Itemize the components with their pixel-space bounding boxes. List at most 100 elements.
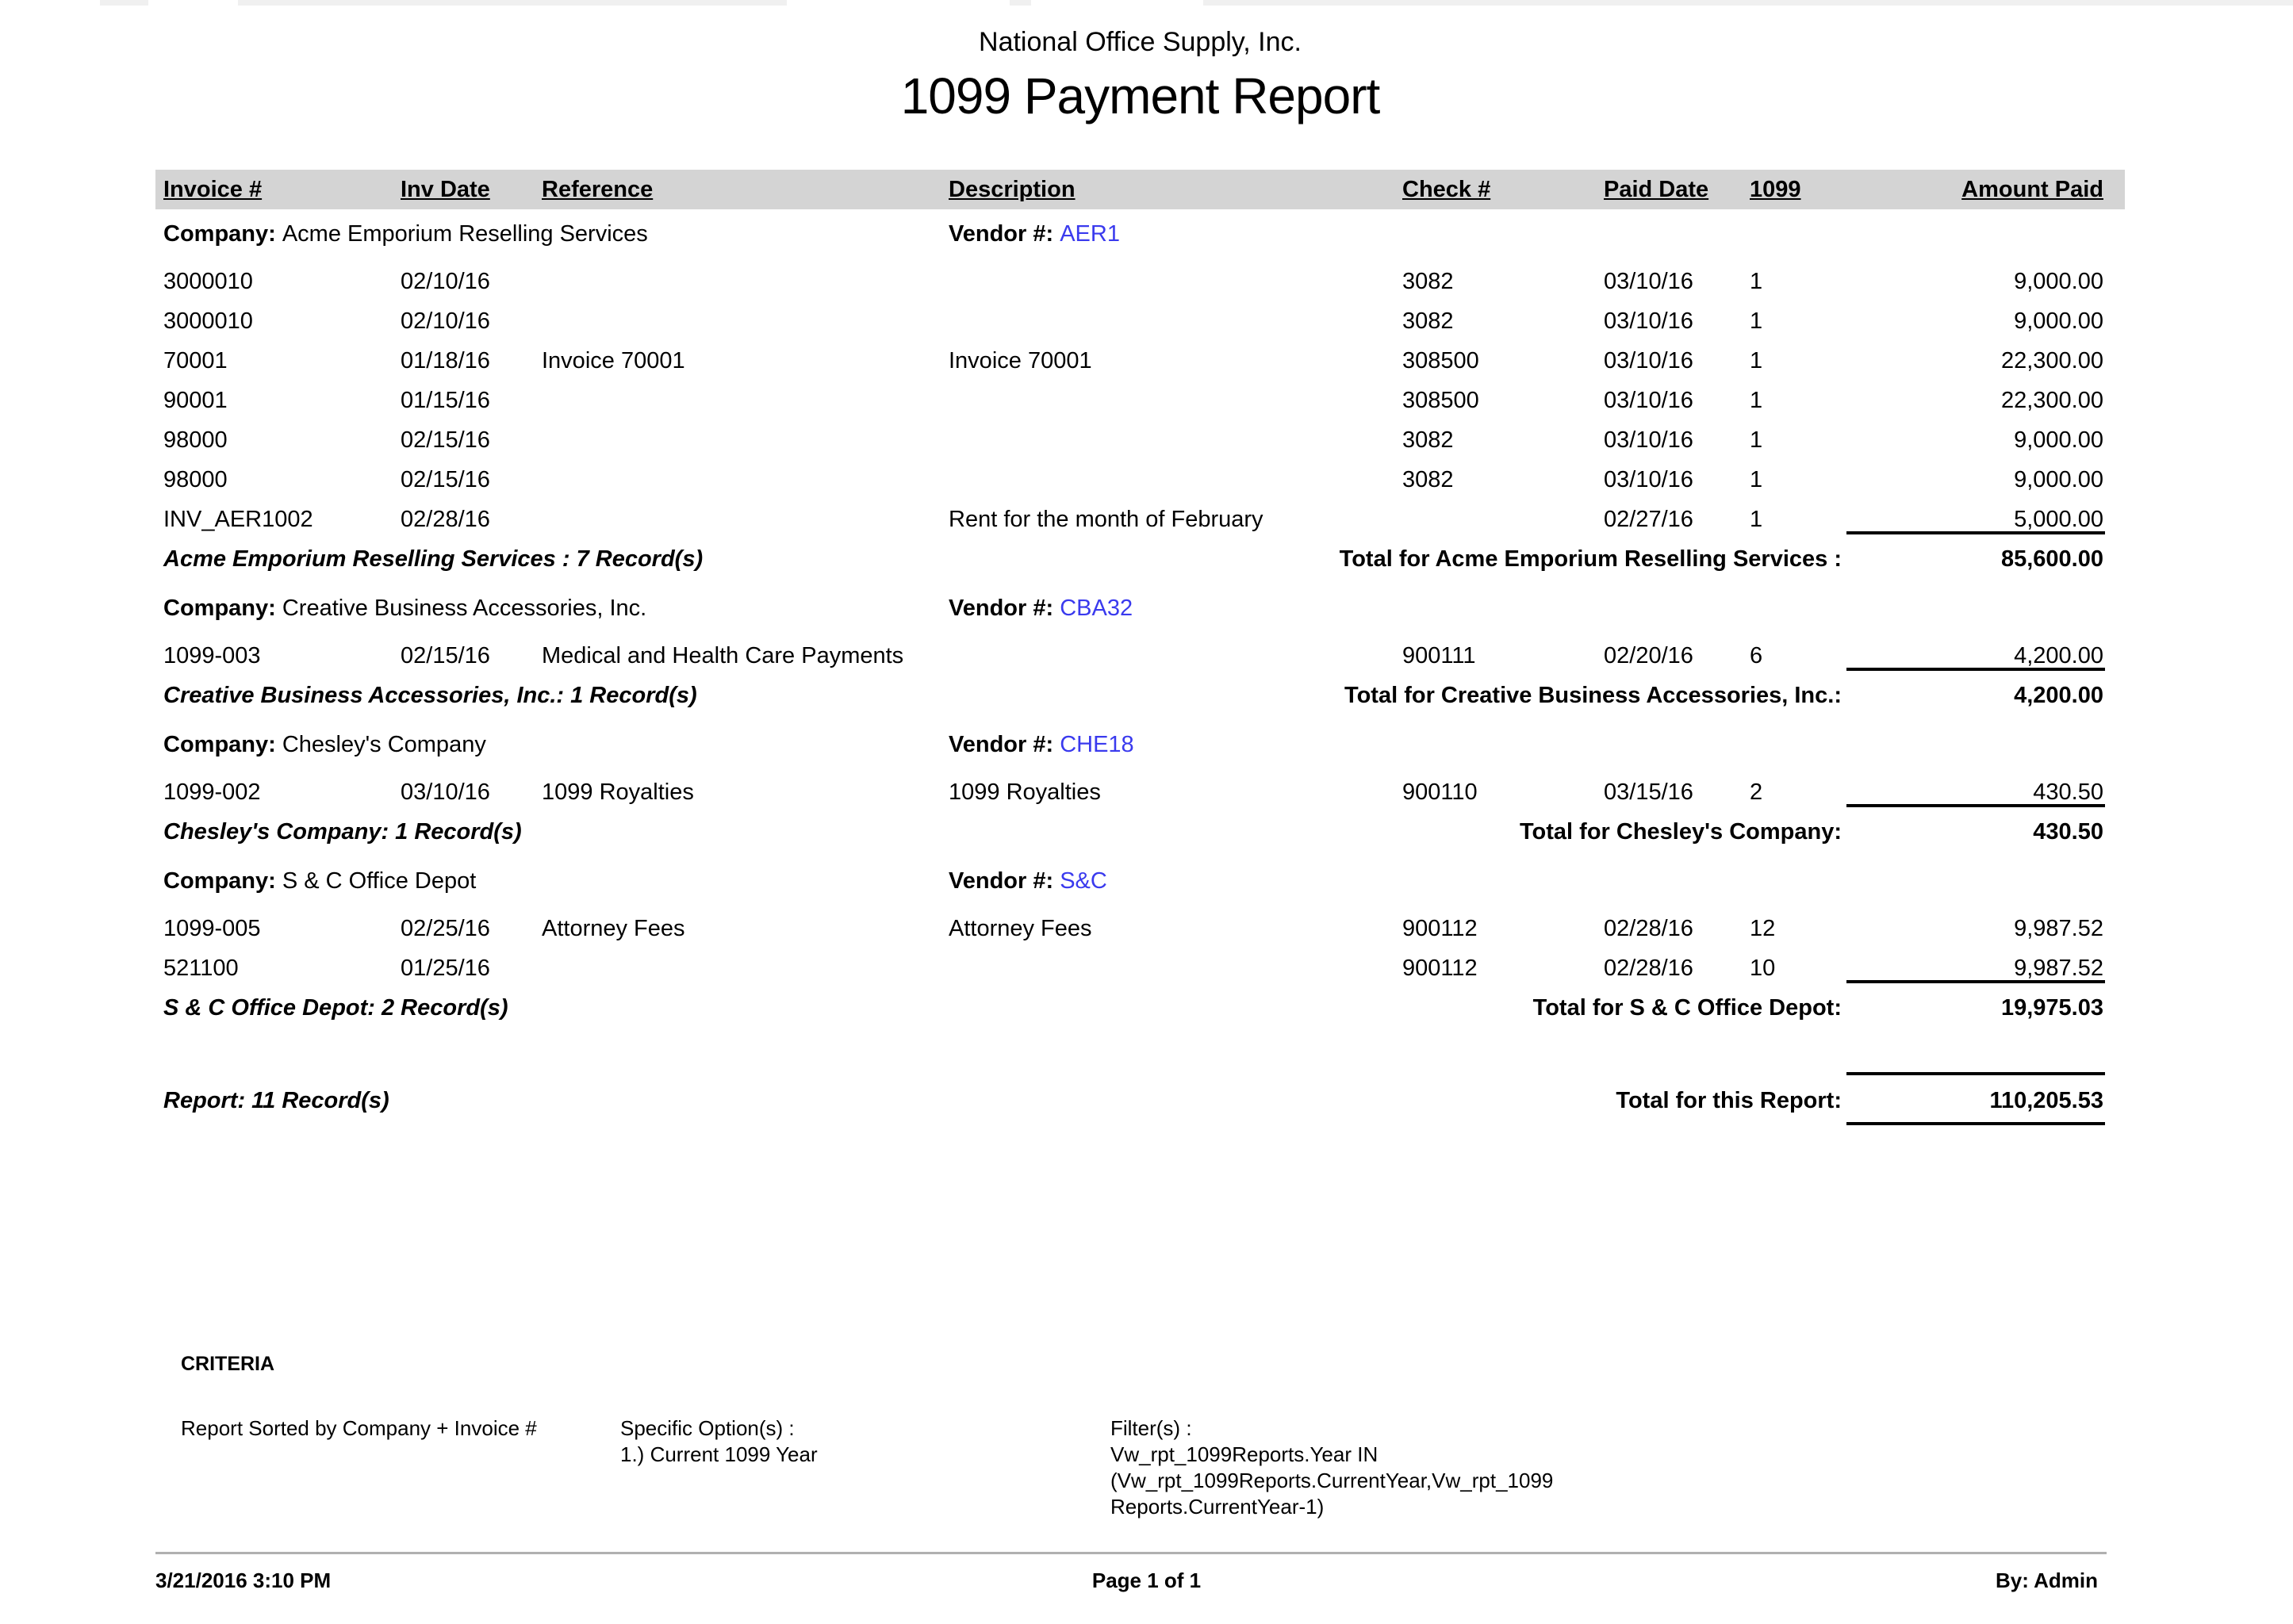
cell-check-number: 900110 — [1402, 779, 1478, 806]
report-total-rule-top — [1846, 1072, 2105, 1075]
cell-1099-box: 12 — [1750, 916, 1775, 942]
cell-inv-date: 02/15/16 — [401, 467, 490, 493]
table-header-bar: Invoice # Inv Date Reference Description… — [155, 170, 2125, 209]
group-total-rule — [1846, 531, 2105, 534]
company-line: Company: S & C Office Depot — [163, 868, 476, 894]
vendor-line: Vendor #: CBA32 — [949, 596, 1133, 622]
cell-amount-paid: 4,200.00 — [2014, 643, 2103, 669]
cell-description: Invoice 70001 — [949, 348, 1092, 374]
cell-invoice: 3000010 — [163, 308, 253, 335]
cell-amount-paid: 5,000.00 — [2014, 507, 2103, 533]
group-total-label: Total for Creative Business Accessories,… — [1344, 683, 1842, 709]
vendor-line: Vendor #: AER1 — [949, 221, 1120, 247]
group-record-count: Creative Business Accessories, Inc.: 1 R… — [163, 683, 697, 709]
company-name: Creative Business Accessories, Inc. — [282, 596, 646, 621]
cell-reference: Medical and Health Care Payments — [542, 643, 903, 669]
cell-paid-date: 02/20/16 — [1604, 643, 1693, 669]
footer: 3/21/2016 3:10 PM Page 1 of 1 By: Admin — [0, 1568, 2293, 1600]
cell-paid-date: 03/10/16 — [1604, 467, 1693, 493]
cell-reference: Invoice 70001 — [542, 348, 685, 374]
cell-inv-date: 01/25/16 — [401, 956, 490, 982]
group-total-label: Total for Chesley's Company: — [1520, 819, 1842, 845]
group-total-label: Total for Acme Emporium Reselling Servic… — [1340, 546, 1842, 573]
chrome-notch — [1031, 0, 1203, 6]
report-total-amount: 110,205.53 — [1989, 1088, 2103, 1114]
report-total-rule-bottom — [1846, 1122, 2105, 1125]
cell-invoice: 98000 — [163, 467, 228, 493]
cell-1099-box: 2 — [1750, 779, 1762, 806]
vendor-label: Vendor #: — [949, 596, 1060, 621]
cell-check-number: 308500 — [1402, 348, 1479, 374]
company-label: Company: — [163, 868, 282, 894]
vendor-label: Vendor #: — [949, 221, 1060, 247]
cell-inv-date: 02/10/16 — [401, 269, 490, 295]
company-line: Company: Creative Business Accessories, … — [163, 596, 646, 622]
group-header-row: Company: Acme Emporium Reselling Service… — [0, 221, 2293, 251]
group-summary-row: Creative Business Accessories, Inc.: 1 R… — [0, 683, 2293, 713]
cell-paid-date: 03/10/16 — [1604, 308, 1693, 335]
cell-1099-box: 1 — [1750, 467, 1762, 493]
cell-paid-date: 02/28/16 — [1604, 916, 1693, 942]
cell-amount-paid: 9,000.00 — [2014, 467, 2103, 493]
cell-1099-box: 1 — [1750, 388, 1762, 414]
cell-check-number: 3082 — [1402, 269, 1454, 295]
cell-1099-box: 6 — [1750, 643, 1762, 669]
col-header-amount-paid: Amount Paid — [1848, 170, 2103, 209]
cell-1099-box: 1 — [1750, 427, 1762, 454]
cell-amount-paid: 22,300.00 — [2001, 348, 2103, 374]
group-total-amount: 4,200.00 — [2014, 683, 2103, 709]
report-page: National Office Supply, Inc. 1099 Paymen… — [0, 0, 2293, 1624]
company-label: Company: — [163, 596, 282, 621]
col-header-1099: 1099 — [1750, 170, 1801, 209]
vendor-code: S&C — [1060, 868, 1107, 894]
col-header-description: Description — [949, 170, 1076, 209]
cell-inv-date: 03/10/16 — [401, 779, 490, 806]
table-row: 1099-00502/25/16Attorney FeesAttorney Fe… — [0, 916, 2293, 946]
cell-inv-date: 01/18/16 — [401, 348, 490, 374]
company-label: Company: — [163, 221, 282, 247]
criteria-filter-line: Reports.CurrentYear-1) — [1110, 1495, 1324, 1519]
criteria-options-label: Specific Option(s) : — [620, 1416, 795, 1441]
cell-invoice: 521100 — [163, 956, 239, 982]
report-record-count: Report: 11 Record(s) — [163, 1088, 389, 1114]
vendor-code: CBA32 — [1060, 596, 1133, 621]
cell-1099-box: 10 — [1750, 956, 1775, 982]
criteria-sorted-by: Report Sorted by Company + Invoice # — [181, 1416, 537, 1441]
cell-paid-date: 03/10/16 — [1604, 388, 1693, 414]
footer-page-number: Page 1 of 1 — [0, 1568, 2293, 1593]
vendor-label: Vendor #: — [949, 868, 1060, 894]
company-line: Company: Acme Emporium Reselling Service… — [163, 221, 648, 247]
vendor-line: Vendor #: CHE18 — [949, 732, 1134, 758]
cell-paid-date: 03/10/16 — [1604, 427, 1693, 454]
cell-amount-paid: 9,987.52 — [2014, 956, 2103, 982]
cell-check-number: 900112 — [1402, 956, 1478, 982]
cell-1099-box: 1 — [1750, 269, 1762, 295]
cell-check-number: 900111 — [1402, 643, 1475, 669]
cell-description: Rent for the month of February — [949, 507, 1263, 533]
cell-invoice: 70001 — [163, 348, 228, 374]
col-header-invoice: Invoice # — [163, 170, 262, 209]
cell-inv-date: 02/15/16 — [401, 427, 490, 454]
cell-invoice: 1099-003 — [163, 643, 261, 669]
company-title: National Office Supply, Inc. — [155, 27, 2125, 58]
criteria-filters-label: Filter(s) : — [1110, 1416, 1192, 1441]
report-title: 1099 Payment Report — [155, 67, 2125, 125]
table-row: 9800002/15/16308203/10/1619,000.00 — [0, 427, 2293, 458]
group-total-rule — [1846, 980, 2105, 983]
group-record-count: Chesley's Company: 1 Record(s) — [163, 819, 522, 845]
cell-check-number: 3082 — [1402, 467, 1454, 493]
cell-check-number: 308500 — [1402, 388, 1479, 414]
cell-invoice: INV_AER1002 — [163, 507, 313, 533]
cell-1099-box: 1 — [1750, 348, 1762, 374]
group-total-amount: 85,600.00 — [2001, 546, 2103, 573]
cell-amount-paid: 9,000.00 — [2014, 308, 2103, 335]
cell-check-number: 900112 — [1402, 916, 1478, 942]
company-name: S & C Office Depot — [282, 868, 476, 894]
cell-paid-date: 03/10/16 — [1604, 269, 1693, 295]
col-header-inv-date: Inv Date — [401, 170, 490, 209]
group-header-row: Company: S & C Office Depot Vendor #: S&C — [0, 868, 2293, 898]
company-name: Acme Emporium Reselling Services — [282, 221, 648, 247]
cell-paid-date: 02/27/16 — [1604, 507, 1693, 533]
cell-inv-date: 02/10/16 — [401, 308, 490, 335]
vendor-code: CHE18 — [1060, 732, 1134, 757]
